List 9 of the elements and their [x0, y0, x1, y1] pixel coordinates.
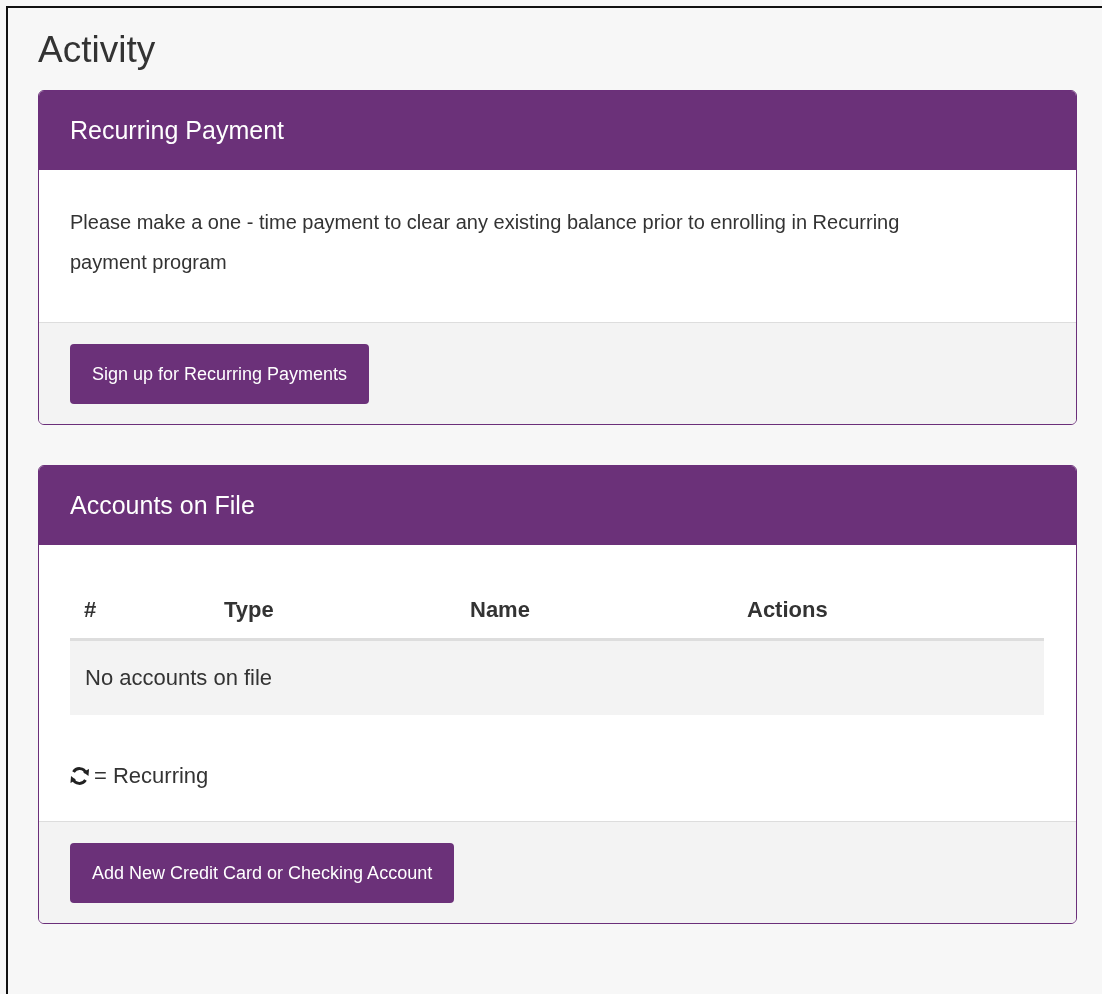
- add-account-button[interactable]: Add New Credit Card or Checking Account: [70, 843, 455, 903]
- sign-up-button[interactable]: Sign up for Recurring Payments: [70, 344, 370, 404]
- page-title: Activity: [38, 28, 156, 72]
- info-message: Please make a one - time payment to clear any existing balance prior to enrolling in Recurring payment program: [70, 210, 901, 275]
- empty-message: No accounts on file: [70, 639, 1044, 715]
- panel-title: Accounts on File: [70, 491, 255, 520]
- legend-label: = Recurring: [94, 763, 209, 789]
- refresh-icon: [70, 767, 90, 785]
- panel-title: Recurring Payment: [70, 116, 284, 145]
